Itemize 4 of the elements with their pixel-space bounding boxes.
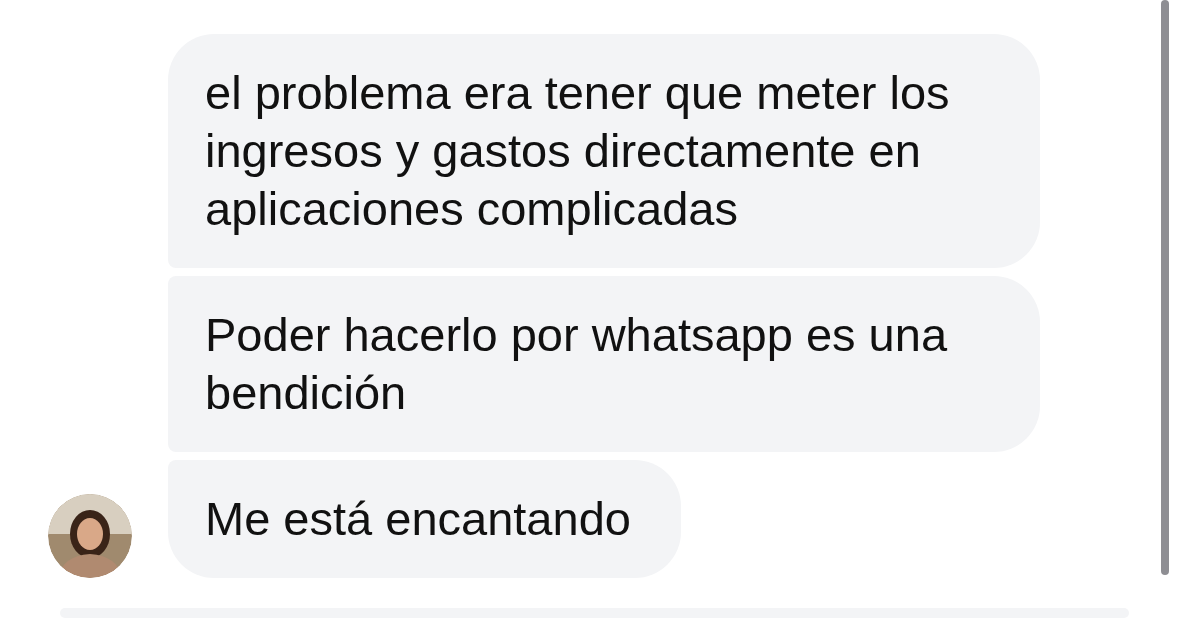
message-bubble: el problema era tener que meter los ingresos y gastos directamente en aplicaciones complicadas — [168, 34, 1040, 268]
message-bubble: Poder hacerlo por whatsapp es una bendición — [168, 276, 1040, 452]
scrollbar[interactable] — [1161, 0, 1169, 575]
message-bubble: Me está encantando — [168, 460, 681, 578]
